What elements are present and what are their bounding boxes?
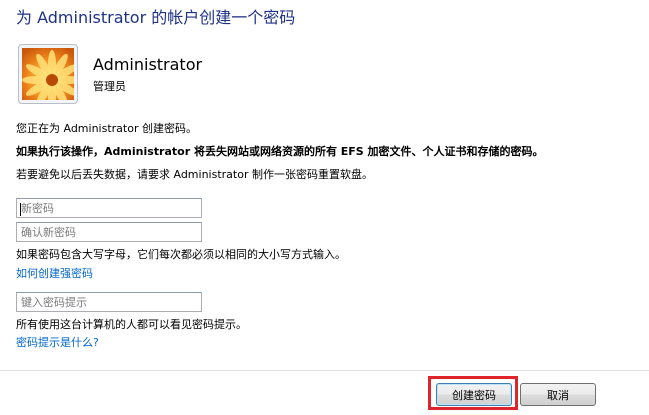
create-password-button[interactable]: 创建密码: [436, 383, 512, 406]
avatar: [18, 44, 78, 104]
text-caret: [20, 203, 21, 216]
create-password-button-label: 创建密码: [452, 388, 496, 402]
footer-divider: [0, 370, 649, 371]
password-hint-field[interactable]: [16, 292, 202, 312]
confirm-password-field[interactable]: [16, 222, 202, 242]
strong-password-link[interactable]: 如何创建强密码: [16, 265, 93, 281]
cancel-button-label: 取消: [547, 388, 569, 402]
flower-avatar-icon: [22, 48, 74, 100]
password-hint-help-link[interactable]: 密码提示是什么?: [16, 334, 99, 350]
new-password-field[interactable]: [16, 198, 202, 218]
hint-visibility-note: 所有使用这台计算机的人都可以看见密码提示。: [16, 318, 247, 331]
efs-warning-text: 如果执行该操作，Administrator 将丢失网站或网络资源的所有 EFS …: [16, 145, 544, 158]
user-name: Administrator: [93, 55, 203, 74]
page-title: 为 Administrator 的帐户创建一个密码: [16, 8, 296, 27]
reset-disk-advice-text: 若要避免以后丢失数据，请要求 Administrator 制作一张密码重置软盘。: [16, 168, 373, 181]
user-role: 管理员: [93, 80, 126, 93]
case-sensitivity-note: 如果密码包含大写字母，它们每次都必须以相同的大小写方式输入。: [16, 248, 346, 261]
cancel-button[interactable]: 取消: [520, 383, 596, 406]
info-text: 您正在为 Administrator 创建密码。: [16, 122, 197, 135]
